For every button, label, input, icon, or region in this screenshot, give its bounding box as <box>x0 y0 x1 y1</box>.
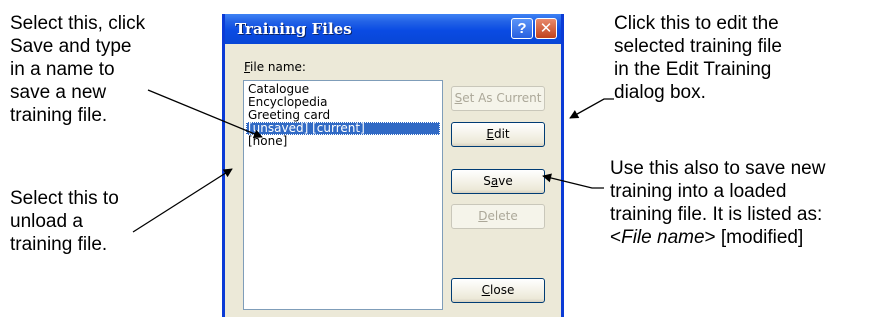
arrow-to-none-item <box>132 168 233 233</box>
callout-arrows <box>132 89 614 233</box>
arrow-to-edit-button <box>569 98 614 119</box>
arrow-to-save-button <box>542 173 604 189</box>
arrow-to-unsaved-item <box>147 89 263 139</box>
